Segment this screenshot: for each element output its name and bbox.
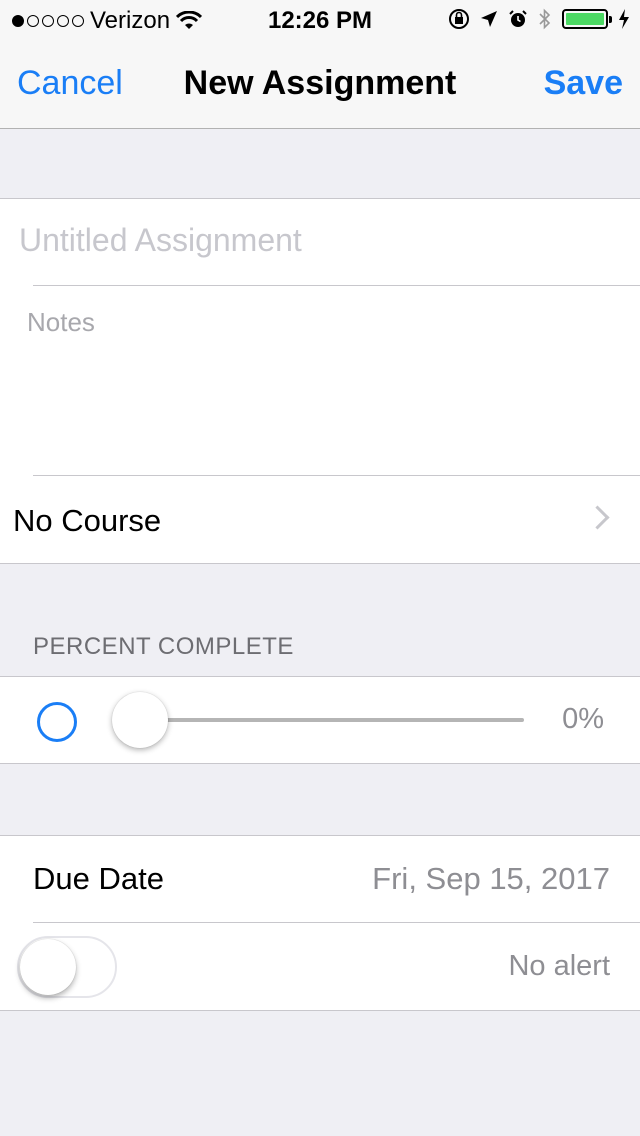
percent-complete-header: PERCENT COMPLETE <box>33 633 294 660</box>
due-date-label: Due Date <box>33 861 164 896</box>
notes-field[interactable] <box>25 305 619 459</box>
divider <box>33 285 640 286</box>
assignment-title-input[interactable] <box>17 221 621 260</box>
charging-bolt-icon <box>619 9 629 29</box>
percent-slider-track[interactable] <box>140 718 524 722</box>
due-date-value[interactable]: Fri, Sep 15, 2017 <box>372 861 610 897</box>
alarm-icon <box>509 10 527 27</box>
assignment-details-group: No Course <box>0 198 640 564</box>
rotation-lock-icon <box>449 9 469 29</box>
save-button[interactable]: Save <box>544 64 623 103</box>
percent-value: 0% <box>562 703 604 735</box>
battery-icon <box>562 9 612 29</box>
navigation-bar: Cancel New Assignment Save <box>0 40 640 129</box>
course-label: No Course <box>13 503 162 538</box>
location-arrow-icon <box>481 11 497 27</box>
status-right <box>448 8 630 30</box>
divider <box>33 922 640 923</box>
alert-status: No alert <box>508 950 610 982</box>
battery-fill <box>566 13 604 25</box>
percent-slider-thumb[interactable] <box>112 692 168 748</box>
toggle-knob <box>20 939 76 995</box>
completion-circle-checkbox[interactable] <box>37 702 77 742</box>
bluetooth-icon <box>539 8 551 30</box>
status-bar: Verizon 12:26 PM <box>0 0 640 40</box>
alert-toggle[interactable] <box>17 936 117 998</box>
